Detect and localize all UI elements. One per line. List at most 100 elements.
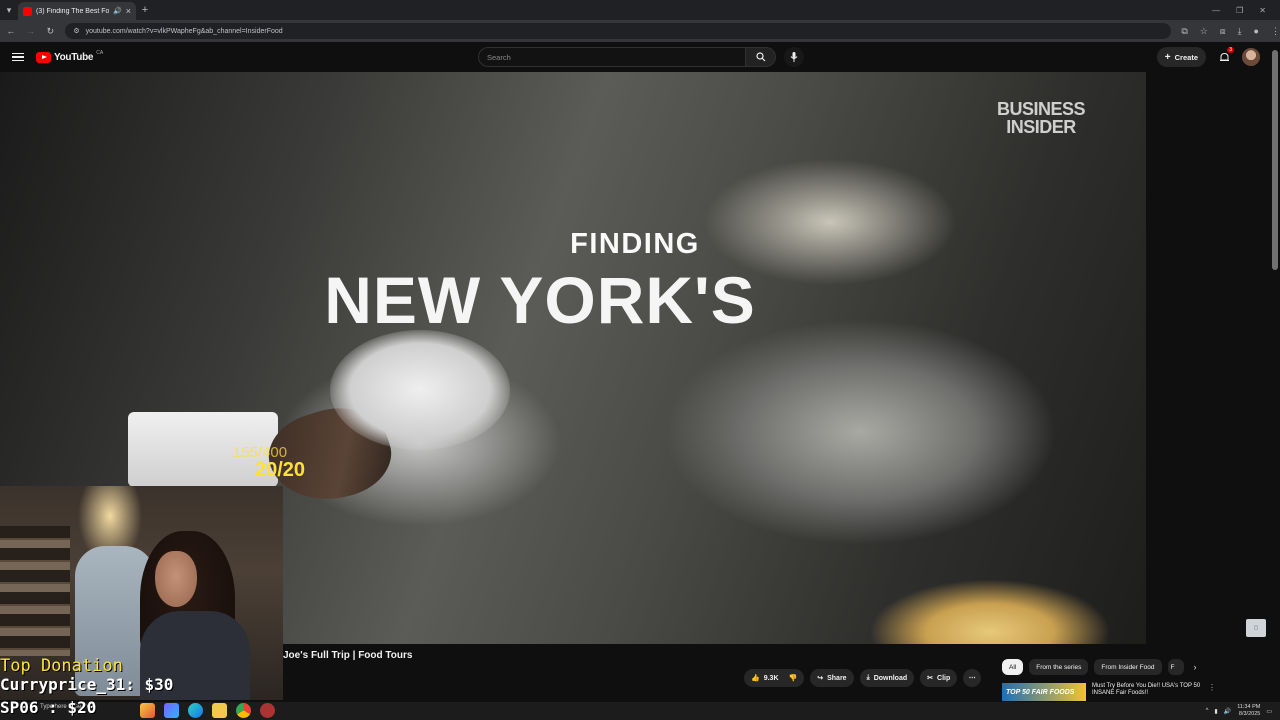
chip-from-insider-food[interactable]: From Insider Food [1094,659,1162,675]
related-filter-chips: All From the series From Insider Food F … [1002,659,1197,675]
youtube-play-icon [36,51,51,63]
browser-tab-strip: ▾ (3) Finding The Best Food i 🔊 × + — ❐ … [0,0,1280,20]
guide-menu-icon[interactable] [12,52,24,62]
new-tab-button[interactable]: + [136,4,154,16]
search-box: Search [478,47,804,67]
plus-icon: + [1164,51,1171,63]
copilot-icon[interactable] [140,703,155,718]
back-icon[interactable]: ← [6,26,16,36]
chip-from-series[interactable]: From the series [1029,659,1089,675]
streamer-face [155,551,197,607]
browser-toolbar-icons: ⧉ ☆ ⧈ ⤓ ● ⋮ [1181,26,1280,37]
create-button[interactable]: + Create [1156,47,1206,67]
notification-center-icon[interactable]: ▭ [1266,708,1272,715]
downloads-icon[interactable]: ⤓ [1238,26,1242,37]
notification-badge: 3 [1227,47,1234,53]
voice-search-button[interactable] [784,47,804,67]
search-button[interactable] [746,47,776,67]
clip-button[interactable]: ✂ Clip [920,669,958,687]
download-button[interactable]: ⤓ Download [859,669,915,687]
edge-icon[interactable] [188,703,203,718]
more-actions-button[interactable]: ⋯ [963,669,982,687]
file-explorer-icon[interactable] [212,703,227,718]
recommended-title[interactable]: Must Try Before You Die!! USA's TOP 50 I… [1092,683,1202,703]
browser-menu-icon[interactable]: ⋮ [1271,26,1280,37]
youtube-logo[interactable]: YouTube CA [36,50,104,63]
country-code: CA [96,50,104,56]
more-vertical-icon[interactable]: ⋮ [1208,683,1216,703]
tray-chevron-icon[interactable]: ^ [1206,708,1209,714]
thumbs-up-icon: 👍 [751,675,760,682]
install-icon[interactable]: ⧉ [1181,26,1187,37]
more-horizontal-icon: ⋯ [968,675,976,682]
site-info-icon[interactable]: ⚙ [73,27,79,35]
speaker-icon[interactable]: 🔊 [113,7,122,15]
microphone-icon [790,52,798,62]
close-tab-icon[interactable]: × [126,6,131,16]
stream-counter-bottom: 20/20 [254,459,306,481]
reload-icon[interactable]: ↻ [46,26,56,37]
chevron-right-icon[interactable]: › [1194,662,1197,672]
share-button[interactable]: ↪ Share [810,669,854,687]
video-overlay-line1: FINDING [570,228,700,260]
tab-title: (3) Finding The Best Food i [36,7,110,15]
youtube-masthead: YouTube CA Search + Create 3 [0,42,1280,72]
download-icon: ⤓ [866,674,870,681]
gloved-hand [330,330,510,450]
notifications-button[interactable]: 3 [1216,47,1234,65]
youtube-wordmark: YouTube [54,51,94,63]
bell-icon [1219,52,1229,61]
download-label: Download [873,674,908,682]
thumbs-down-icon[interactable]: 👎 [789,674,798,682]
video-title: Joe's Full Trip | Food Tours [283,650,413,661]
scissors-icon: ✂ [927,675,934,682]
close-window-icon[interactable]: ✕ [1259,6,1266,15]
ad-feedback-badge[interactable]: ▢ [1246,619,1266,637]
bookmark-star-icon[interactable]: ☆ [1200,26,1208,37]
donation-header: Top Donation [0,656,123,676]
recommended-video[interactable]: TOP 50 FAIR FOODS Must Try Before You Di… [1002,683,1272,703]
masthead-actions: + Create 3 [1156,47,1260,67]
clock[interactable]: 11:34 PM 8/3/2025 [1237,704,1260,718]
address-bar-row: ← → ↻ ⚙ youtube.com/watch?v=vlkPWapheFg&… [0,20,1280,42]
search-input[interactable]: Search [478,47,746,67]
chip-all[interactable]: All [1002,659,1024,675]
like-count: 9.3K [763,674,779,682]
business-insider-watermark: BUSINESS INSIDER [996,99,1086,137]
network-icon[interactable]: ▮ [1214,708,1217,715]
tab-search-icon[interactable]: ▾ [0,0,18,20]
recommended-thumbnail[interactable]: TOP 50 FAIR FOODS [1002,683,1086,701]
search-icon [755,52,765,62]
volume-icon[interactable]: 🔊 [1224,708,1231,715]
webcam-shelf [0,526,70,656]
chrome-icon[interactable] [236,703,251,718]
clock-time: 11:34 PM [1237,704,1261,710]
omnibox[interactable]: ⚙ youtube.com/watch?v=vlkPWapheFg&ab_cha… [65,23,1172,39]
url-text: youtube.com/watch?v=vlkPWapheFg&ab_chann… [85,27,283,35]
restore-icon[interactable]: ❐ [1236,6,1243,15]
minimize-icon[interactable]: — [1212,6,1220,15]
clip-label: Clip [937,674,951,682]
account-avatar[interactable] [1242,48,1260,66]
window-controls: — ❐ ✕ [1212,6,1280,15]
system-tray: ^ ▮ 🔊 11:34 PM 8/3/2025 ▭ [1206,702,1272,720]
create-label: Create [1174,52,1198,62]
share-label: Share [827,674,847,682]
video-actions: 👍 9.3K 👎 ↪ Share ⤓ Download ✂ Clip ⋯ [744,669,982,687]
clock-date: 8/3/2025 [1238,711,1261,717]
obs-icon[interactable] [260,703,275,718]
forward-icon[interactable]: → [26,26,36,36]
youtube-favicon-icon [23,6,32,16]
donation-line-2: SP06 : $20 [0,698,97,717]
taskbar-apps [140,703,275,718]
donation-line-1: Curryprice_31: $30 [0,675,174,694]
player-side-background [1146,72,1270,644]
browser-tab[interactable]: (3) Finding The Best Food i 🔊 × [18,2,136,20]
chip-truncated[interactable]: F [1167,659,1184,675]
extensions-icon[interactable]: ⧈ [1220,26,1226,37]
profile-icon[interactable]: ● [1254,26,1259,37]
page-scrollbar[interactable] [1272,50,1278,270]
app-icon[interactable] [164,703,179,718]
like-button[interactable]: 👍 9.3K 👎 [744,669,805,687]
share-icon: ↪ [817,675,824,682]
